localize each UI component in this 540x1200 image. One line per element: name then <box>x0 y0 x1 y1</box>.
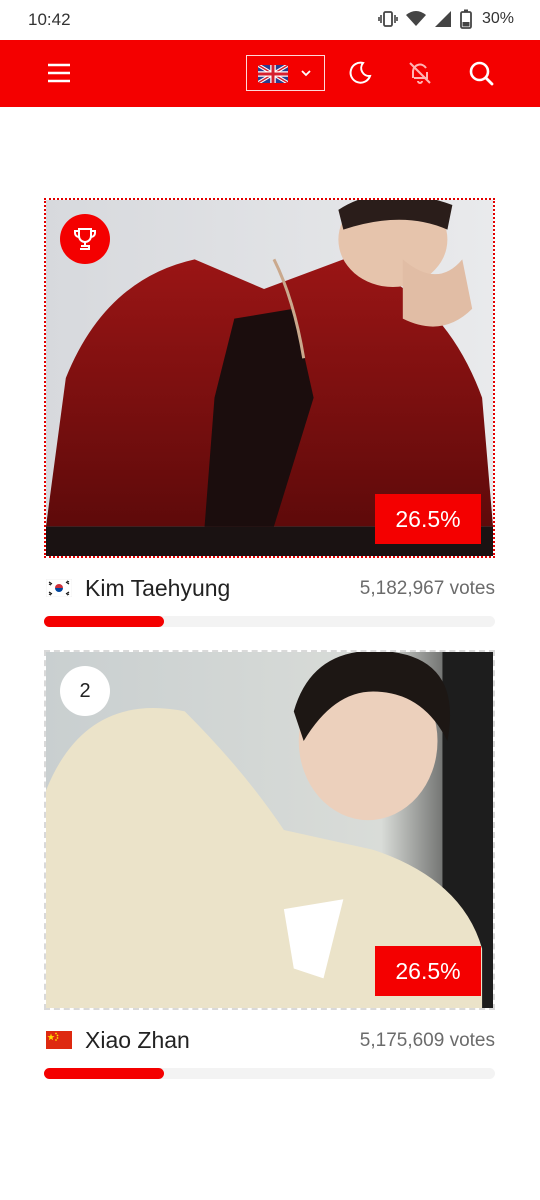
status-time: 10:42 <box>28 10 71 29</box>
top-app-bar <box>0 40 540 107</box>
candidate-info: Kim Taehyung 5,182,967 votes <box>44 573 495 603</box>
candidate-photo[interactable]: 2 26.5% <box>44 650 495 1010</box>
battery-percent: 30% <box>481 10 514 27</box>
vote-progress-bar <box>44 1068 495 1079</box>
candidate-info: Xiao Zhan 5,175,609 votes <box>44 1025 495 1055</box>
menu-icon[interactable] <box>47 62 71 84</box>
language-selector[interactable] <box>246 55 325 91</box>
trophy-icon <box>74 228 96 250</box>
candidate-card[interactable]: 2 26.5% Xiao Zhan 5,175,609 votes <box>44 650 495 1082</box>
vote-percentage: 26.5% <box>375 494 481 544</box>
candidate-card[interactable]: 26.5% Kim Taehyung 5,182,967 votes <box>44 198 495 630</box>
wifi-icon <box>405 11 426 26</box>
vote-progress-fill <box>44 1068 164 1079</box>
rank-badge: 2 <box>60 666 110 716</box>
signal-icon <box>434 11 451 27</box>
status-bar: 10:42 30% <box>0 0 540 40</box>
candidate-photo[interactable]: 26.5% <box>44 198 495 558</box>
china-flag-icon <box>46 1031 72 1049</box>
search-icon[interactable] <box>468 60 494 86</box>
candidate-name: Kim Taehyung <box>85 575 231 601</box>
battery-icon <box>460 9 472 29</box>
rank-badge <box>60 214 110 264</box>
candidate-name: Xiao Zhan <box>85 1027 190 1053</box>
vibrate-icon <box>378 11 398 27</box>
uk-flag-icon <box>258 65 288 83</box>
vote-progress-bar <box>44 616 495 627</box>
vote-progress-fill <box>44 616 164 627</box>
bell-off-icon[interactable] <box>407 60 433 86</box>
vote-count: 5,175,609 votes <box>359 1030 495 1051</box>
chevron-down-icon <box>301 70 311 77</box>
vote-count: 5,182,967 votes <box>359 578 495 599</box>
moon-icon[interactable] <box>347 60 373 86</box>
vote-percentage: 26.5% <box>375 946 481 996</box>
status-icons: 30% <box>378 9 514 29</box>
south-korea-flag-icon <box>46 579 72 597</box>
